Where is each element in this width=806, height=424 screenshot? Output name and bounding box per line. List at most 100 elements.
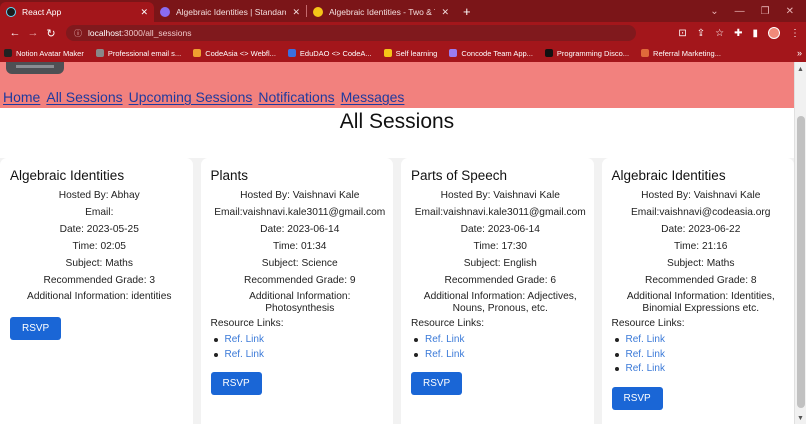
bookmark-favicon-icon: [95, 49, 104, 57]
bookmark-item[interactable]: Referral Marketing...: [641, 49, 721, 58]
bookmark-star-icon[interactable]: ☆: [715, 28, 724, 39]
session-title: Algebraic Identities: [10, 168, 125, 183]
scroll-down-arrow-icon[interactable]: ▼: [797, 415, 804, 422]
session-host: Hosted By: Abhay: [58, 190, 140, 201]
session-additional-info: Additional Information: Identities, Bino…: [626, 291, 775, 314]
session-time: Time: 02:05: [72, 241, 126, 252]
resource-links-label: Resource Links:: [611, 318, 685, 329]
resource-link[interactable]: Ref. Link: [411, 333, 590, 348]
bookmark-item[interactable]: Notion Avatar Maker: [4, 49, 84, 58]
site-favicon-icon: [160, 7, 170, 17]
session-email: Email:vaishnavi.kale3011@gmail.com: [214, 207, 386, 218]
session-subject: Subject: English: [463, 258, 537, 269]
site-favicon-icon: [313, 7, 323, 17]
site-info-icon[interactable]: ⓘ: [74, 28, 82, 39]
side-panel-icon[interactable]: ▮: [752, 28, 758, 39]
url-host: localhost: [88, 28, 122, 38]
session-email: Email:vaishnavi@codeasia.org: [631, 207, 771, 218]
session-time: Time: 21:16: [674, 241, 728, 252]
bookmarks-overflow-button[interactable]: »: [797, 48, 802, 58]
rsvp-button[interactable]: RSVP: [210, 372, 262, 395]
scrollbar-thumb[interactable]: [797, 116, 805, 408]
resource-link[interactable]: Ref. Link: [211, 348, 390, 363]
bookmark-label: Professional email s...: [107, 48, 182, 58]
session-additional-info: Additional Information: Adjectives, Noun…: [423, 291, 577, 314]
scroll-up-arrow-icon[interactable]: ▲: [797, 66, 804, 73]
profile-avatar[interactable]: [768, 27, 780, 39]
rsvp-button[interactable]: RSVP: [10, 316, 62, 340]
back-icon[interactable]: ←: [6, 27, 24, 39]
bookmark-item[interactable]: Concode Team App...: [449, 49, 533, 58]
bookmark-item[interactable]: EduDAO <> CodeA...: [287, 48, 372, 58]
bookmark-label: Programming Disco...: [556, 48, 630, 58]
session-host: Hosted By: Vaishnavi Kale: [641, 190, 761, 201]
menu-icon[interactable]: ⋮: [790, 28, 800, 39]
rsvp-button[interactable]: RSVP: [411, 372, 463, 395]
bookmark-favicon-icon: [193, 49, 202, 57]
tab-title: React App: [22, 7, 62, 17]
close-window-icon[interactable]: ✕: [786, 6, 794, 17]
nav-link-home[interactable]: Home: [3, 89, 40, 105]
session-card: Algebraic Identities Hosted By: Vaishnav…: [601, 158, 794, 424]
session-host: Hosted By: Vaishnavi Kale: [240, 190, 360, 201]
bookmark-label: EduDAO <> CodeA...: [299, 48, 372, 58]
tab-close-icon[interactable]: ✕: [286, 7, 300, 18]
resource-link[interactable]: Ref. Link: [612, 362, 791, 377]
page-title: All Sessions: [339, 110, 455, 133]
session-card: Parts of Speech Hosted By: Vaishnavi Kal…: [401, 158, 594, 424]
resource-link[interactable]: Ref. Link: [411, 348, 590, 363]
site-logo: [6, 62, 64, 74]
browser-tab-standard[interactable]: Algebraic Identities | Standard Al ✕: [154, 2, 306, 22]
share-icon[interactable]: ⇪: [697, 28, 705, 39]
bookmark-item[interactable]: CodeAsia <> Webfl...: [193, 49, 276, 58]
session-additional-info: Additional Information: identities: [27, 291, 172, 302]
session-date: Date: 2023-06-14: [260, 224, 340, 235]
resource-link[interactable]: Ref. Link: [612, 348, 791, 363]
bookmark-label: Concode Team App...: [461, 48, 533, 58]
extensions-icon[interactable]: ✚: [734, 28, 742, 39]
new-tab-button[interactable]: +: [455, 4, 479, 19]
browser-tab-react-app[interactable]: React App ✕: [0, 2, 154, 22]
bookmark-item[interactable]: Professional email s...: [95, 48, 182, 58]
page-content: Home All Sessions Upcoming Sessions Noti…: [0, 62, 794, 424]
resource-links-list: Ref. Link Ref. Link Ref. Link: [612, 333, 791, 377]
nav-link-upcoming-sessions[interactable]: Upcoming Sessions: [129, 89, 253, 105]
resource-link[interactable]: Ref. Link: [612, 333, 791, 348]
address-bar[interactable]: ⓘ localhost:3000/all_sessions: [66, 25, 636, 41]
bookmark-label: Notion Avatar Maker: [16, 48, 84, 58]
tab-close-icon[interactable]: ✕: [134, 7, 148, 18]
reload-icon[interactable]: ↻: [42, 27, 60, 40]
session-additional-info: Additional Information: Photosynthesis: [249, 291, 351, 314]
bookmark-favicon-icon: [641, 49, 650, 57]
bookmark-label: Self learning: [395, 48, 438, 58]
session-card: Plants Hosted By: Vaishnavi Kale Email:v…: [200, 158, 393, 424]
nav-link-messages[interactable]: Messages: [341, 89, 405, 105]
maximize-icon[interactable]: ❐: [761, 6, 770, 17]
bookmark-item[interactable]: Self learning: [383, 48, 438, 58]
bookmark-label: Referral Marketing...: [653, 48, 721, 58]
session-grade: Recommended Grade: 6: [444, 275, 557, 286]
tab-close-icon[interactable]: ✕: [435, 7, 449, 18]
bookmark-favicon-icon: [544, 49, 553, 57]
window-controls: ⌄ — ❐ ✕: [710, 6, 806, 17]
url-path: :3000/all_sessions: [121, 28, 192, 38]
minimize-icon[interactable]: —: [735, 6, 745, 17]
bookmark-item[interactable]: Programming Disco...: [544, 48, 630, 58]
react-favicon-icon: [6, 7, 16, 17]
resource-links-label: Resource Links:: [210, 318, 284, 329]
forward-icon[interactable]: →: [24, 27, 42, 39]
nav-link-all-sessions[interactable]: All Sessions: [46, 89, 122, 105]
resource-links-list: Ref. Link Ref. Link: [411, 333, 590, 362]
bookmark-favicon-icon: [287, 49, 296, 57]
browser-tab-two-three[interactable]: Algebraic Identities - Two & Thre ✕: [307, 2, 455, 22]
bookmark-favicon-icon: [449, 49, 458, 57]
rsvp-button[interactable]: RSVP: [611, 386, 663, 410]
tab-search-icon[interactable]: ⌄: [710, 6, 718, 17]
session-subject: Subject: Maths: [65, 258, 133, 269]
nav-link-notifications[interactable]: Notifications: [258, 89, 334, 105]
bookmark-favicon-icon: [4, 49, 12, 57]
bookmark-favicon-icon: [383, 49, 392, 57]
google-lens-icon[interactable]: ⊡: [678, 28, 686, 39]
vertical-scrollbar[interactable]: ▲ ▼: [794, 62, 806, 424]
resource-link[interactable]: Ref. Link: [211, 333, 390, 348]
